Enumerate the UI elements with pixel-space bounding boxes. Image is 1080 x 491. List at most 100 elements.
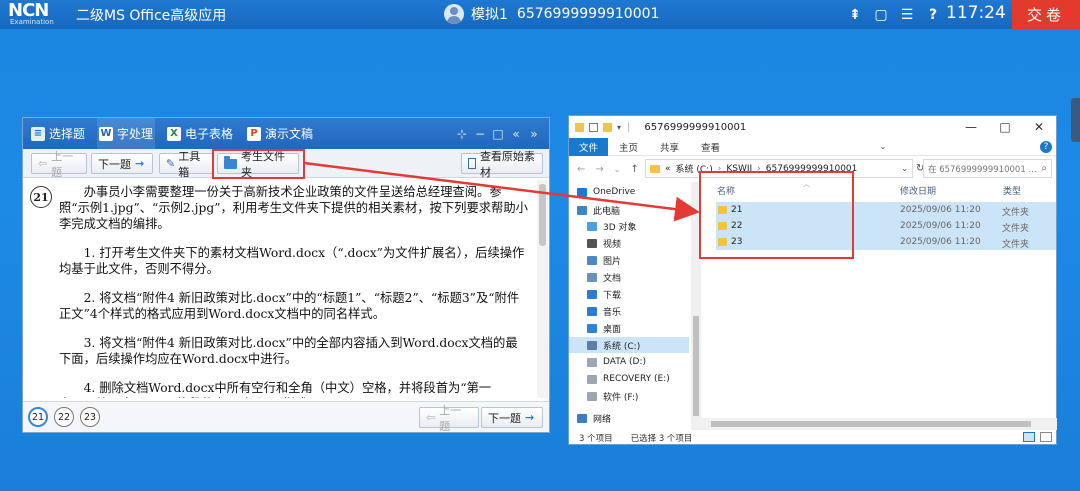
help-icon[interactable]: ? — [1039, 140, 1052, 153]
nav-item[interactable]: 桌面 — [569, 320, 689, 336]
nav-item[interactable]: 文档 — [569, 269, 689, 285]
collapse-icon[interactable]: ⇞ — [842, 7, 868, 23]
tiles-view-icon[interactable] — [1040, 432, 1052, 442]
drive-icon — [587, 357, 597, 367]
user-avatar-icon — [444, 4, 464, 24]
drive-icon — [587, 374, 597, 384]
explorer-window-controls: — □ ✕ — [954, 120, 1056, 134]
submit-button[interactable]: 交卷 — [1012, 0, 1080, 29]
view-material-label: 查看原始素材 — [479, 149, 535, 179]
maximize-icon[interactable]: □ — [988, 120, 1022, 134]
arrow-left-icon: ⇦ — [426, 411, 436, 424]
expand-ribbon-icon[interactable]: ⌄ — [880, 142, 887, 151]
next-label: 下一题 — [98, 157, 131, 171]
excel-icon: X — [167, 126, 182, 141]
column-date[interactable]: 修改日期 — [900, 184, 936, 197]
question-paragraph: 4. 删除文档Word.docx中所有空行和全角（中文）空格，并将段首为“第一章… — [59, 381, 492, 398]
download-icon — [587, 289, 597, 299]
back-icon[interactable]: ← — [577, 164, 585, 175]
drive-c-icon — [587, 340, 597, 350]
toolbox-button[interactable]: ✎ 工具箱 — [159, 150, 213, 179]
nav-item[interactable]: 图片 — [569, 252, 689, 268]
question-scrollbar[interactable] — [537, 180, 548, 398]
tab-choice[interactable]: ≡ 选择题 — [29, 118, 87, 149]
nav-item[interactable]: RECOVERY (E:) — [569, 371, 689, 387]
next-label: 下一题 — [488, 411, 521, 425]
maximize-icon[interactable]: □ — [489, 127, 507, 141]
window-icon[interactable]: ▢ — [868, 7, 894, 23]
explorer-title-bar: ▾ | 6576999999910001 — □ ✕ — [569, 116, 1056, 138]
nav-item-label: 网络 — [593, 414, 612, 425]
file-type: 文件夹 — [1002, 208, 1030, 218]
ribbon-tab-share[interactable]: 共享 — [649, 138, 690, 156]
new-folder-icon[interactable] — [603, 122, 612, 132]
menu-icon[interactable]: ☰ — [894, 7, 920, 23]
question-number: 21 — [30, 186, 52, 208]
next-question-button[interactable]: 下一题 → — [91, 153, 153, 174]
nav-item[interactable]: OneDrive — [569, 184, 689, 200]
ribbon-tab-view[interactable]: 查看 — [690, 138, 731, 156]
edge-handle[interactable] — [1071, 98, 1080, 142]
pin-icon[interactable]: ⊹ — [453, 127, 471, 141]
forward-icon[interactable]: → — [595, 164, 603, 175]
ribbon-tab-file[interactable]: 文件 — [569, 137, 609, 156]
tab-ppt[interactable]: P 演示文稿 — [245, 118, 315, 149]
file-date: 2025/09/06 11:20 — [900, 237, 981, 247]
nav-item[interactable]: 下载 — [569, 286, 689, 302]
tab-excel[interactable]: X 电子表格 — [165, 118, 235, 149]
explorer-title: 6576999999910001 — [644, 121, 747, 133]
prev-question-button[interactable]: ⇦ 上一题 — [31, 150, 87, 179]
help-icon[interactable]: ? — [920, 7, 946, 23]
question-paragraph: 2. 将文档“附件4 新旧政策对比.docx”中的“标题1”、“标题2”、“标题… — [59, 291, 520, 321]
scroll-thumb[interactable] — [693, 316, 699, 416]
chevron-down-icon[interactable]: ▾ — [617, 123, 621, 132]
nav-item[interactable]: 3D 对象 — [569, 218, 689, 234]
search-input[interactable]: 在 6576999999910001 ... ⌕ — [923, 159, 1052, 178]
nav-item[interactable]: 软件 (F:) — [569, 388, 689, 404]
footer-prev-button[interactable]: ⇦ 上一题 — [419, 404, 479, 433]
navigation-pane: OneDrive 此电脑 3D 对象 视频 图片 文档下载音乐 桌面 系统 (C:) DATA … — [569, 182, 691, 430]
ribbon-tab-home[interactable]: 主页 — [608, 138, 649, 156]
nav-item[interactable]: 系统 (C:) — [569, 337, 689, 353]
view-material-button[interactable]: 查看原始素材 — [461, 150, 543, 179]
folder-icon — [650, 164, 660, 173]
collapse-left-icon[interactable]: « — [507, 127, 525, 141]
properties-icon[interactable] — [589, 122, 598, 132]
horizontal-scrollbar[interactable] — [701, 418, 1057, 430]
nav-item[interactable]: 视频 — [569, 235, 689, 251]
details-view-icon[interactable] — [1023, 432, 1035, 442]
network-icon — [577, 413, 587, 423]
nav-item-label: 此电脑 — [593, 206, 621, 217]
file-type: 文件夹 — [1002, 224, 1030, 234]
chevron-down-icon[interactable]: ⌄ — [901, 164, 908, 173]
computer-icon — [577, 205, 587, 215]
question-dot-21[interactable]: 21 — [28, 407, 48, 427]
ncn-logo: NCN Examination — [4, 0, 66, 29]
scroll-thumb[interactable] — [539, 184, 546, 246]
logo-sub: Examination — [10, 18, 54, 26]
collapse-right-icon[interactable]: » — [525, 127, 543, 141]
nav-item-label: OneDrive — [593, 187, 636, 197]
prev-label: 上一题 — [439, 403, 462, 433]
nav-item[interactable]: 网络 — [569, 410, 689, 426]
nav-item[interactable]: DATA (D:) — [569, 354, 689, 370]
close-icon[interactable]: ✕ — [1022, 120, 1056, 134]
question-dot-22[interactable]: 22 — [54, 407, 74, 427]
nav-item[interactable]: 此电脑 — [569, 202, 689, 218]
question-window: ≡ 选择题 W 字处理 X 电子表格 P 演示文稿 ⊹ − □ « » ⇦ 上一… — [22, 117, 550, 433]
scroll-thumb[interactable] — [711, 421, 1031, 427]
nav-item[interactable]: 音乐 — [569, 303, 689, 319]
minimize-icon[interactable]: — — [954, 120, 988, 134]
nav-item-label: 下载 — [603, 290, 622, 301]
minimize-icon[interactable]: − — [471, 127, 489, 141]
document-icon — [468, 158, 476, 169]
up-icon[interactable]: ↑ — [630, 164, 638, 175]
question-footer: 21 22 23 ⇦ 上一题 下一题 → — [23, 401, 549, 433]
recent-icon[interactable]: ⌄ — [614, 165, 621, 174]
arrow-left-icon: ⇦ — [38, 157, 48, 170]
footer-next-button[interactable]: 下一题 → — [481, 407, 543, 428]
question-dot-23[interactable]: 23 — [80, 407, 100, 427]
address-overflow[interactable]: « — [665, 164, 671, 174]
column-type[interactable]: 类型 — [1003, 184, 1021, 197]
tab-word[interactable]: W 字处理 — [97, 118, 156, 149]
